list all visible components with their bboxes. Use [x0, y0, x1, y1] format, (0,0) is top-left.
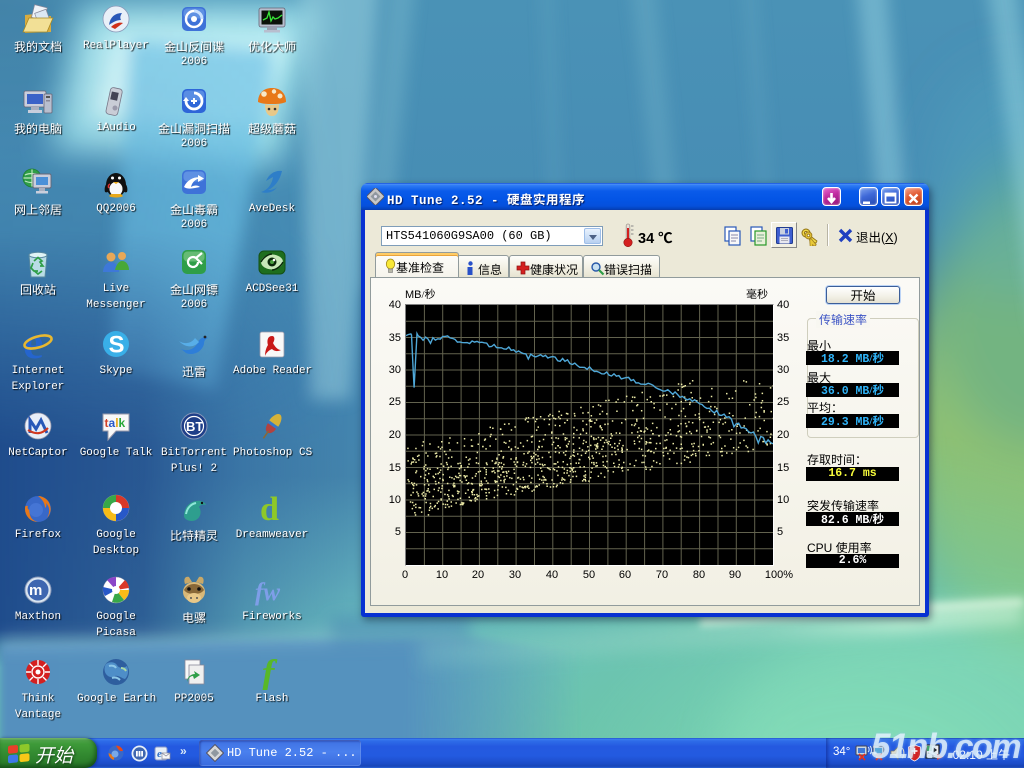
svg-text:e: e	[157, 748, 162, 760]
svg-text:S: S	[109, 332, 125, 359]
svg-text:fw: fw	[255, 579, 280, 606]
svg-text:BT: BT	[186, 419, 203, 434]
svg-text:e: e	[23, 328, 43, 362]
svg-text:talk: talk	[105, 416, 126, 430]
svg-text:f: f	[262, 656, 278, 690]
svg-text:m: m	[29, 582, 42, 599]
svg-text:d: d	[260, 492, 279, 526]
